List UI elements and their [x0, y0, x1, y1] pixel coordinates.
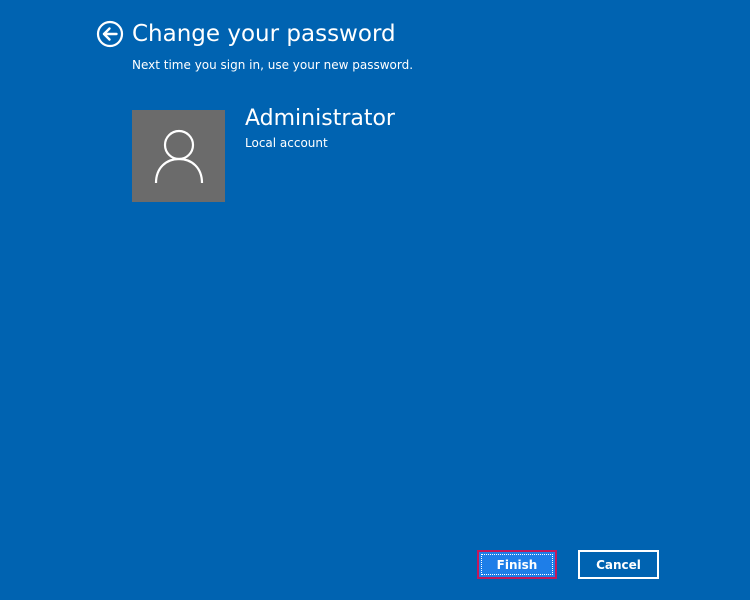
finish-button-label: Finish	[496, 557, 538, 572]
account-type: Local account	[245, 136, 328, 150]
user-silhouette-icon	[154, 129, 204, 184]
back-arrow-icon	[96, 20, 124, 48]
avatar	[132, 110, 225, 202]
page-subtitle: Next time you sign in, use your new pass…	[132, 58, 414, 72]
cancel-button-label: Cancel	[596, 557, 641, 572]
cancel-button[interactable]: Cancel	[578, 550, 659, 579]
account-name: Administrator	[245, 106, 395, 131]
finish-button[interactable]: Finish	[477, 550, 557, 579]
page-title: Change your password	[132, 21, 396, 47]
back-button[interactable]	[96, 20, 124, 48]
